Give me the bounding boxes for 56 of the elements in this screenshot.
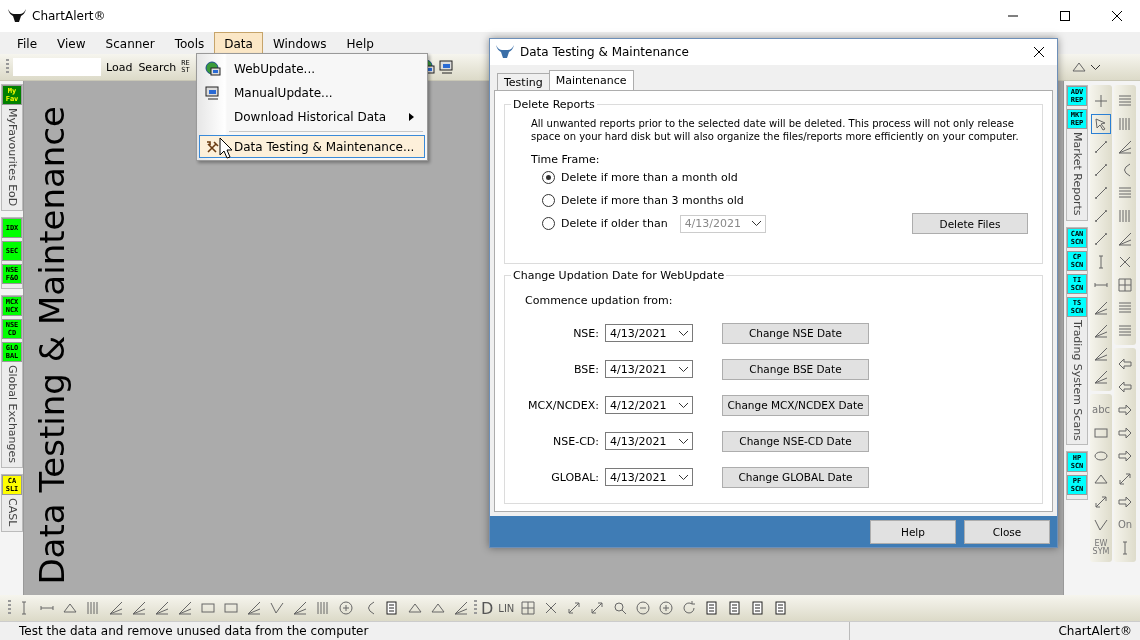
change-date-button[interactable]: Change NSE-CD Date: [722, 430, 869, 452]
radio-option[interactable]: Delete if more than 3 months old: [542, 189, 744, 213]
change-date-button[interactable]: Change MCX/NCDEX Date: [722, 394, 869, 416]
menu-item[interactable]: Windows: [262, 32, 337, 54]
date-picker[interactable]: 4/13/2021: [605, 432, 693, 451]
menu-entry[interactable]: ManualUpdate...: [199, 81, 425, 104]
status-app-name: ChartAlert®: [1057, 623, 1133, 640]
window-title: ChartAlert®: [32, 9, 107, 23]
linear-scale-button[interactable]: LIN: [497, 602, 516, 614]
group-title: Change Updation Date for WebUpdate: [512, 269, 726, 283]
exchange-label: GLOBAL:: [550, 470, 599, 484]
exchange-label: MCX/NCDEX:: [527, 398, 599, 412]
menu-entry[interactable]: WebUpdate...: [199, 57, 425, 80]
change-date-button[interactable]: Change BSE Date: [722, 358, 869, 380]
date-picker[interactable]: 4/12/2021: [605, 396, 693, 415]
chart-type-button[interactable]: D: [480, 598, 495, 618]
dialog-title: Data Testing & Maintenance: [520, 45, 690, 59]
toolbar-button[interactable]: Load: [105, 60, 134, 74]
tab[interactable]: Testing: [497, 73, 550, 91]
status-message: Test the data and remove unused data from the computer: [0, 622, 851, 640]
menu-item[interactable]: File: [7, 32, 48, 54]
side-panel-label: CASL: [5, 498, 19, 527]
side-panel-label: MyFavourites EoD: [5, 108, 19, 207]
side-panel-label: Market Reports: [1070, 132, 1084, 216]
menu-item[interactable]: Tools: [164, 32, 215, 54]
on-button[interactable]: On: [1115, 515, 1135, 535]
radio-option[interactable]: Delete if more than a month old: [542, 166, 738, 190]
toolbar-button[interactable]: Search: [137, 60, 178, 74]
exchange-label: NSE-CD:: [552, 434, 599, 448]
menu-item[interactable]: Scanner: [95, 32, 165, 54]
field-label: Time Frame:: [531, 153, 601, 167]
change-date-button[interactable]: Change NSE Date: [722, 322, 869, 344]
menu-item[interactable]: Help: [336, 32, 384, 54]
radio-option[interactable]: Delete if older than: [542, 212, 668, 236]
side-panel-label: Trading System Scans: [1070, 319, 1084, 441]
dialog-button[interactable]: Help: [870, 519, 956, 544]
change-date-button[interactable]: Change GLOBAL Date: [722, 466, 869, 488]
exchange-label: BSE:: [573, 362, 599, 376]
text-tool-button[interactable]: abc: [1091, 400, 1111, 420]
field-label: Commence updation from:: [525, 294, 674, 308]
date-picker[interactable]: 4/13/2021: [605, 468, 693, 487]
group-title: Delete Reports: [512, 98, 596, 112]
date-picker[interactable]: 4/13/2021: [605, 360, 693, 379]
dialog-button[interactable]: Close: [964, 519, 1050, 544]
date-picker[interactable]: 4/13/2021: [605, 324, 693, 343]
elliott-wave-button[interactable]: EW SYM: [1091, 538, 1111, 558]
exchange-label: NSE:: [572, 326, 599, 340]
description-text: All unwanted reports prior to the selected date will be deleted. This process will not only release space on your hard disk but will also organize the files/reports more efficiently on your computer.: [531, 117, 1020, 144]
tab[interactable]: Maintenance: [548, 70, 634, 91]
canvas-title: Data Testing & Maintenance: [32, 106, 72, 585]
menu-entry[interactable]: Download Historical Data: [199, 105, 425, 128]
menu-item[interactable]: View: [47, 32, 96, 54]
menu-item[interactable]: Data: [214, 32, 263, 54]
delete-files-button[interactable]: Delete Files: [912, 213, 1028, 235]
menu-entry[interactable]: Data Testing & Maintenance...: [199, 135, 425, 158]
side-panel-label: Global Exchanges: [5, 365, 19, 464]
